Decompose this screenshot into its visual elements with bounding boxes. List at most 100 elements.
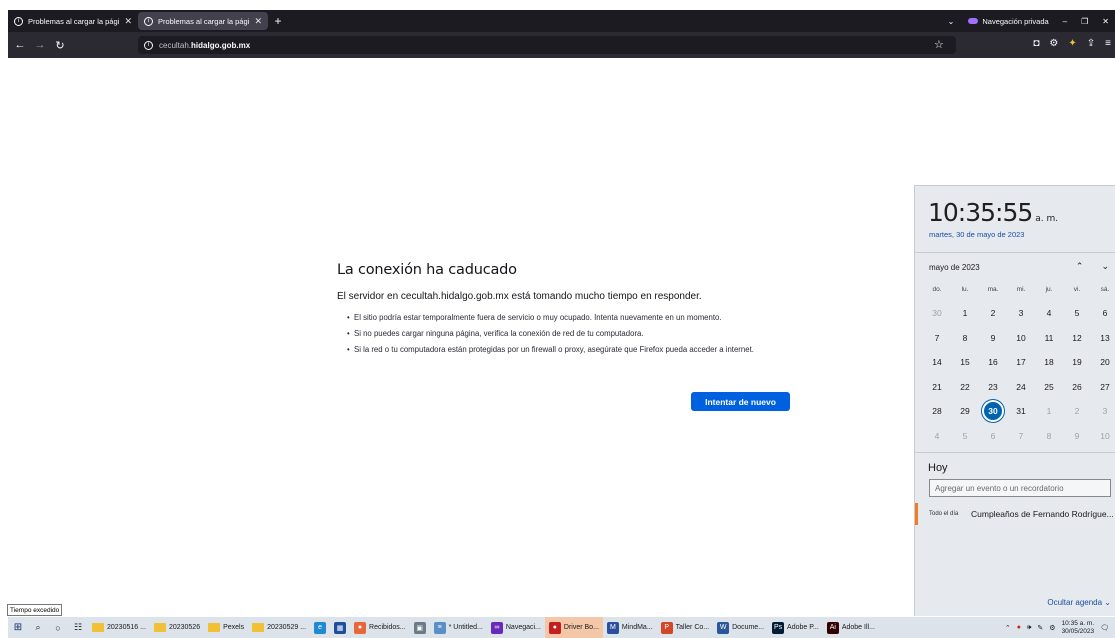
calendar-day[interactable]: 20: [1091, 352, 1115, 372]
calendar-day[interactable]: 15: [951, 352, 979, 372]
calendar-day[interactable]: 31: [1007, 401, 1035, 421]
share-icon[interactable]: ⇪: [1087, 38, 1095, 49]
event-name[interactable]: Cumpleaños de Fernando Rodrígue...: [971, 509, 1114, 519]
calendar-day[interactable]: 7: [923, 328, 951, 348]
forward-icon[interactable]: →: [32, 39, 48, 51]
calendar-day[interactable]: 1: [1035, 401, 1063, 421]
pen-icon[interactable]: ✎: [1037, 624, 1043, 632]
site-info-icon[interactable]: i: [144, 40, 153, 50]
extension-icon[interactable]: ⚙: [1049, 38, 1058, 49]
calendar-day-today[interactable]: 30: [979, 400, 1007, 423]
search-button[interactable]: ⌕: [28, 617, 48, 638]
calendar-day[interactable]: 19: [1063, 352, 1091, 372]
new-tab-button[interactable]: +: [268, 14, 288, 28]
tab-2[interactable]: i Problemas al cargar la página ✕: [138, 12, 268, 30]
calendar-day[interactable]: 9: [1063, 426, 1091, 446]
calendar-day[interactable]: 17: [1007, 352, 1035, 372]
calendar-day[interactable]: 7: [1007, 426, 1035, 446]
start-button[interactable]: ⊞: [8, 617, 28, 638]
taskbar-item[interactable]: P Taller Co...: [657, 617, 713, 638]
calendar-day[interactable]: 3: [1091, 401, 1115, 421]
taskbar-item[interactable]: Pexels: [204, 617, 248, 638]
date-full-link[interactable]: martes, 30 de mayo de 2023: [929, 230, 1024, 239]
add-event-input[interactable]: Agregar un evento o un recordatorio: [929, 479, 1111, 497]
calendar-day[interactable]: 22: [951, 377, 979, 397]
taskbar-item[interactable]: M MindMa...: [603, 617, 657, 638]
taskbar-item[interactable]: ● Recibidos...: [350, 617, 410, 638]
calendar-day[interactable]: 12: [1063, 328, 1091, 348]
hide-agenda-button[interactable]: Ocultar agenda ⌄: [1047, 598, 1111, 607]
taskbar-item[interactable]: 20230529 ...: [248, 617, 310, 638]
puzzle-icon[interactable]: ✦: [1068, 38, 1076, 49]
calendar-day[interactable]: 2: [1063, 401, 1091, 421]
clock-time: 10:35:55 a. m.: [928, 198, 1059, 227]
calendar-day[interactable]: 2: [979, 303, 1007, 323]
task-view-button[interactable]: ☷: [68, 617, 88, 638]
calendar-day[interactable]: 9: [979, 328, 1007, 348]
calendar-day[interactable]: 10: [1007, 328, 1035, 348]
calendar-day[interactable]: 8: [951, 328, 979, 348]
restore-icon[interactable]: ❐: [1081, 17, 1088, 26]
calendar-day[interactable]: 4: [1035, 303, 1063, 323]
chevron-up-icon[interactable]: ⌃: [1076, 261, 1084, 272]
calendar-day[interactable]: 3: [1007, 303, 1035, 323]
calendar-day[interactable]: 25: [1035, 377, 1063, 397]
record-icon[interactable]: ●: [1017, 624, 1021, 631]
taskbar-item[interactable]: ▦: [330, 617, 350, 638]
month-label[interactable]: mayo de 2023: [929, 263, 980, 272]
volume-icon[interactable]: 🕪: [1027, 624, 1031, 632]
calendar-day[interactable]: 10: [1091, 426, 1115, 446]
taskbar-item[interactable]: Ps Adobe P...: [768, 617, 823, 638]
cortana-button[interactable]: ○: [48, 617, 68, 638]
taskbar-item[interactable]: ● Driver Bo...: [544, 617, 603, 638]
calendar-day[interactable]: 23: [979, 377, 1007, 397]
calendar-day[interactable]: 18: [1035, 352, 1063, 372]
calendar-day[interactable]: 29: [951, 401, 979, 421]
calendar-day[interactable]: 5: [1063, 303, 1091, 323]
taskbar-item[interactable]: W Docume...: [713, 617, 768, 638]
calendar-day[interactable]: 26: [1063, 377, 1091, 397]
calendar-day[interactable]: 24: [1007, 377, 1035, 397]
calendar-day[interactable]: 30: [923, 303, 951, 323]
calendar-day[interactable]: 13: [1091, 328, 1115, 348]
menu-icon[interactable]: ≡: [1105, 38, 1111, 49]
taskbar-item[interactable]: Ai Adobe Ill...: [823, 617, 879, 638]
tab-bar: i Problemas al cargar la página ✕ i Prob…: [8, 10, 1115, 32]
list-tabs-icon[interactable]: ⌄: [948, 17, 955, 26]
calendar-day[interactable]: 8: [1035, 426, 1063, 446]
url-bar[interactable]: i cecultah.hidalgo.gob.mx: [138, 36, 956, 54]
calendar-day[interactable]: 21: [923, 377, 951, 397]
calendar-day[interactable]: 11: [1035, 328, 1063, 348]
taskbar-item[interactable]: 20230516 ...: [88, 617, 150, 638]
calendar-day[interactable]: 1: [951, 303, 979, 323]
taskbar-item[interactable]: ≡ * Untitled...: [430, 617, 487, 638]
chevron-up-icon[interactable]: ⌃: [1005, 624, 1011, 632]
calendar-day[interactable]: 28: [923, 401, 951, 421]
calendar-day[interactable]: 4: [923, 426, 951, 446]
minimize-icon[interactable]: –: [1063, 17, 1067, 26]
taskbar-item[interactable]: e: [310, 617, 330, 638]
taskbar-item[interactable]: 20230526: [150, 617, 204, 638]
calendar-day[interactable]: 16: [979, 352, 1007, 372]
calendar-day[interactable]: 14: [923, 352, 951, 372]
calendar-day[interactable]: 6: [1091, 303, 1115, 323]
calendar-day[interactable]: 6: [979, 426, 1007, 446]
bookmark-star-icon[interactable]: ☆: [934, 38, 944, 51]
back-icon[interactable]: ←: [12, 39, 28, 51]
close-window-icon[interactable]: ✕: [1102, 17, 1109, 26]
close-icon[interactable]: ✕: [124, 16, 132, 27]
close-icon[interactable]: ✕: [254, 16, 262, 27]
pocket-icon[interactable]: ◘: [1033, 38, 1039, 49]
notepad-icon: ≡: [433, 621, 446, 634]
network-icon[interactable]: ⚙: [1049, 624, 1055, 632]
taskbar-clock[interactable]: 10:35 a. m. 30/05/2023: [1062, 620, 1095, 636]
tab-1[interactable]: i Problemas al cargar la página ✕: [8, 10, 138, 32]
taskbar-item[interactable]: ▣: [410, 617, 430, 638]
calendar-day[interactable]: 27: [1091, 377, 1115, 397]
calendar-day[interactable]: 5: [951, 426, 979, 446]
retry-button[interactable]: Intentar de nuevo: [691, 392, 790, 411]
notification-icon[interactable]: 🗨: [1100, 624, 1109, 632]
taskbar-item[interactable]: ∞ Navegaci...: [487, 617, 545, 638]
chevron-down-icon[interactable]: ⌄: [1101, 261, 1109, 272]
reload-icon[interactable]: ↻: [52, 39, 68, 52]
